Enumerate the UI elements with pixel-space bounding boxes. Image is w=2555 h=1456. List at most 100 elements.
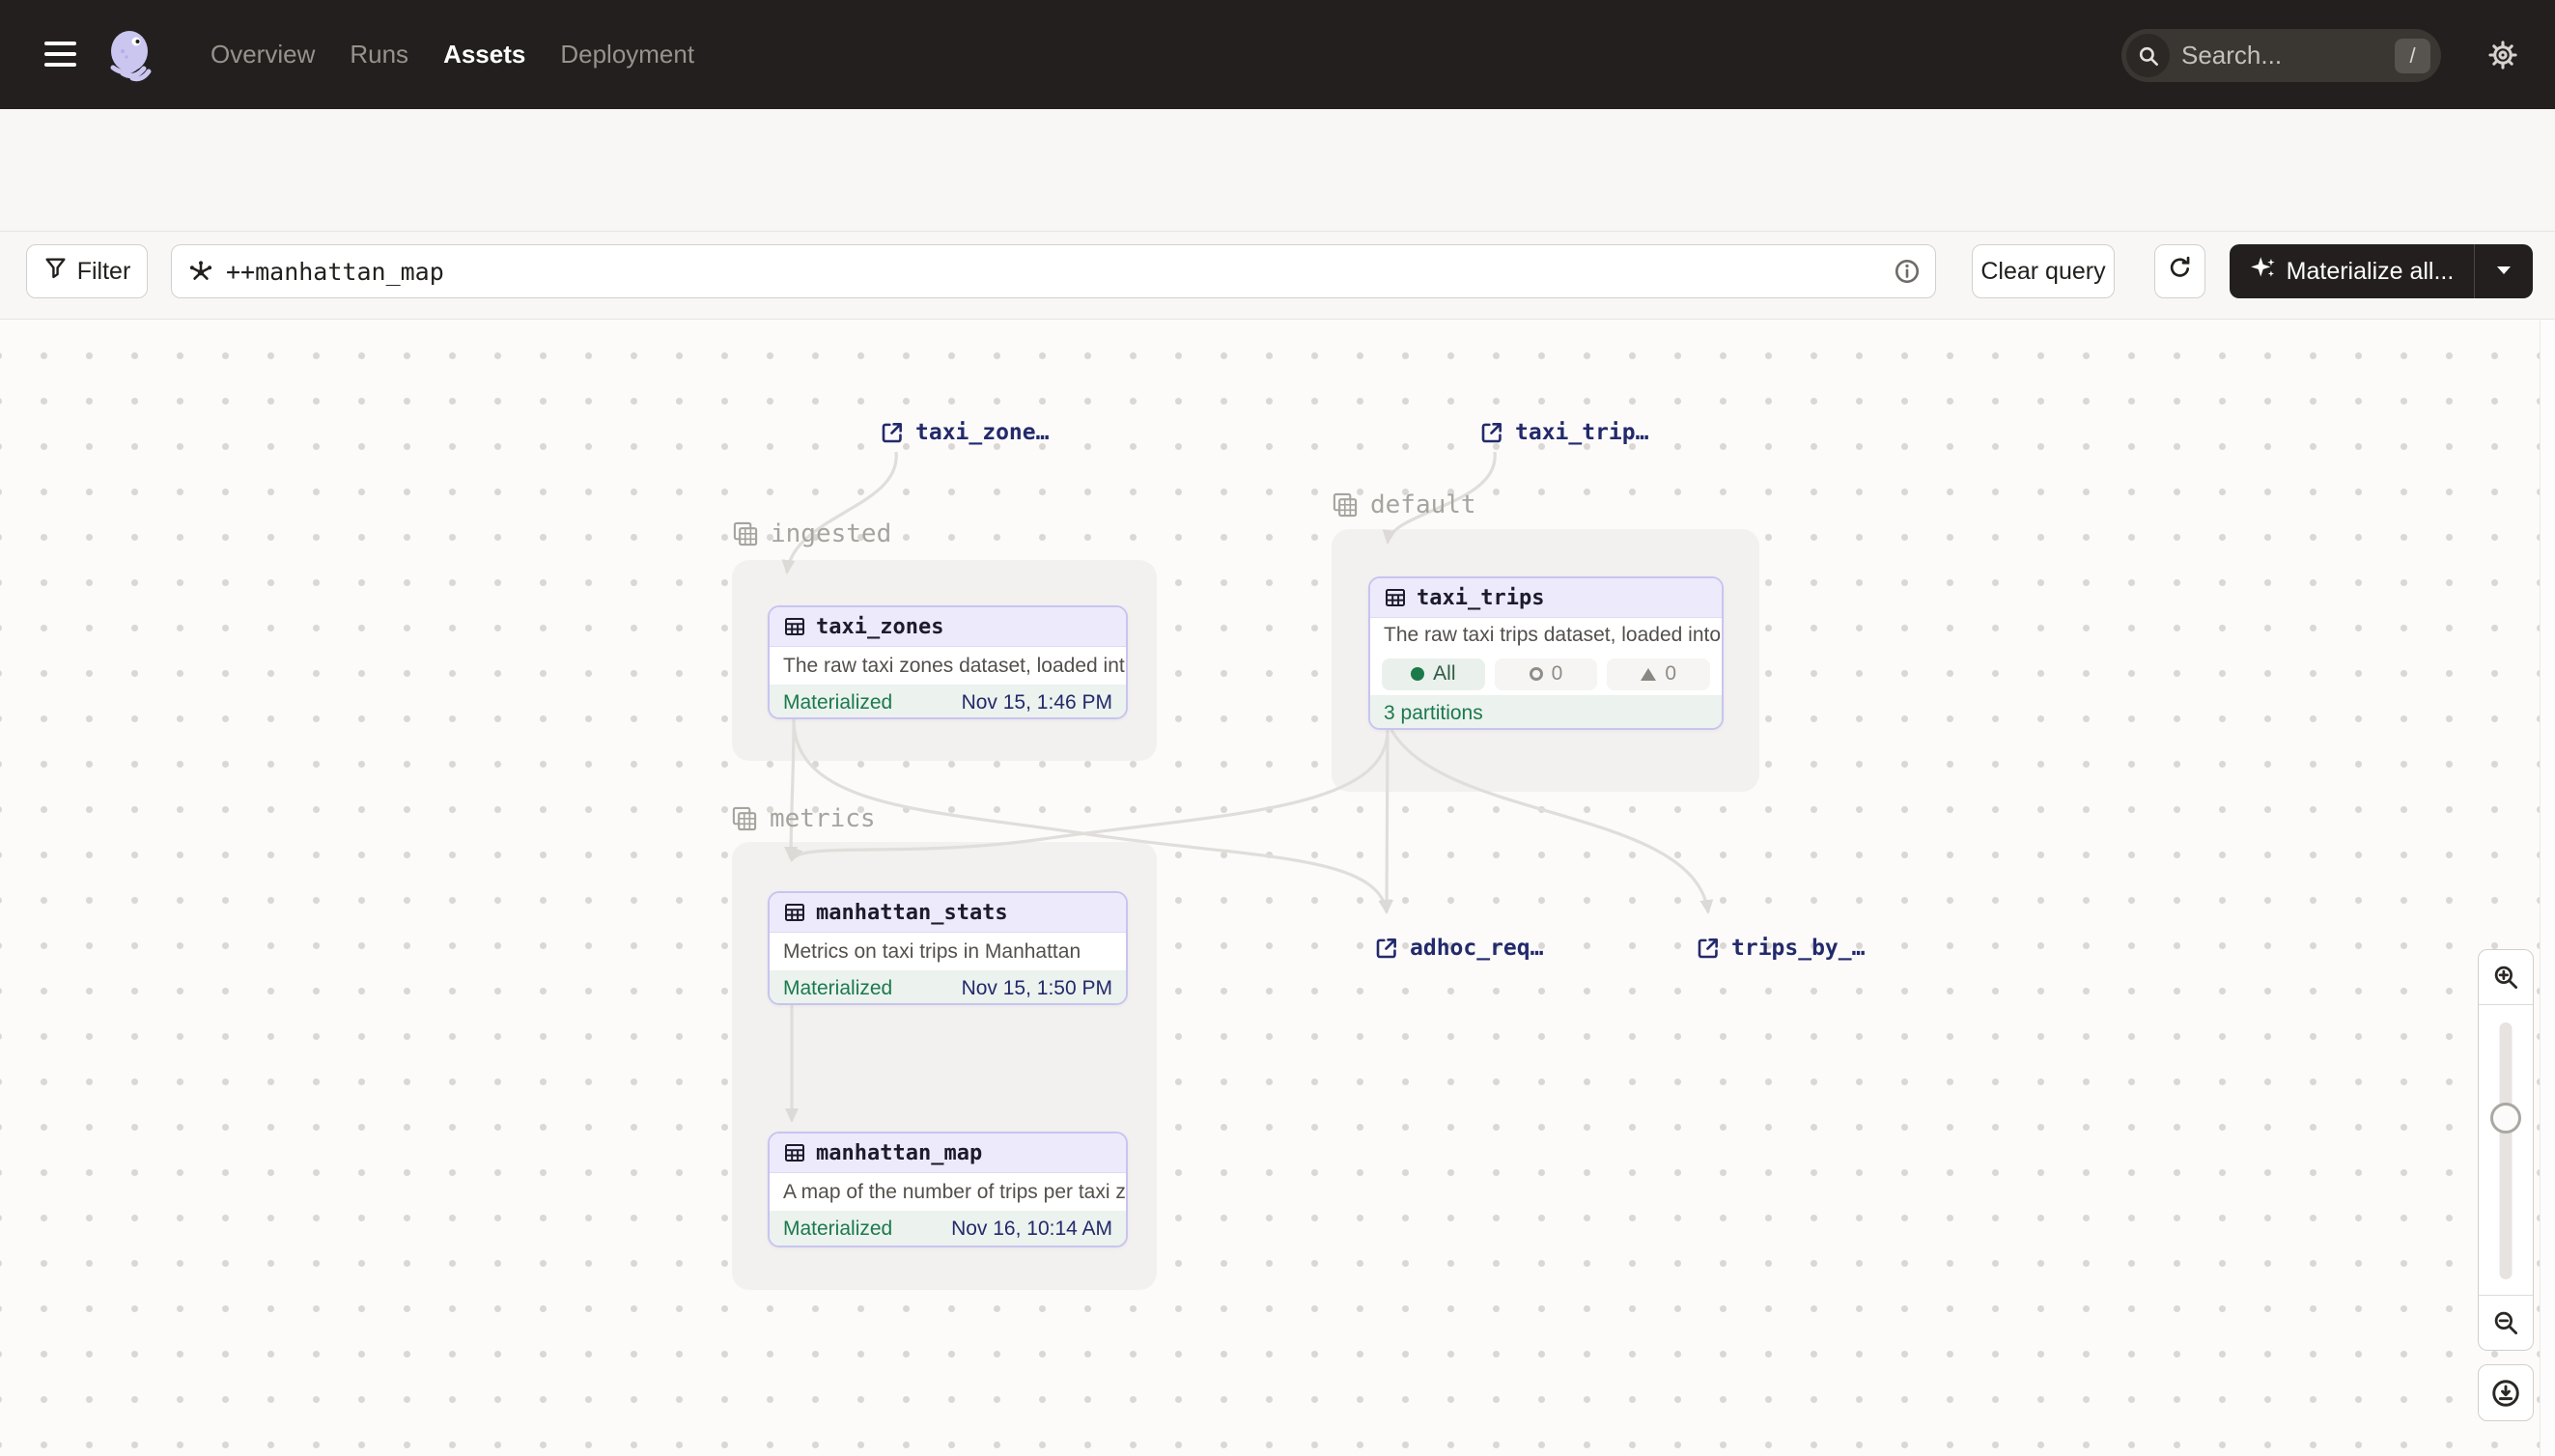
zoom-slider-thumb[interactable]	[2490, 1103, 2521, 1134]
asset-description: The raw taxi trips dataset, loaded into …	[1370, 618, 1722, 653]
info-icon[interactable]	[1893, 257, 1922, 286]
materialize-all-button[interactable]: Materialize all...	[2230, 244, 2533, 298]
group-label-default[interactable]: default	[1332, 490, 1476, 519]
asset-node-header: manhattan_map	[770, 1134, 1126, 1173]
partitions-link[interactable]: 3 partitions	[1384, 702, 1483, 725]
asset-footer: Materialized Nov 15, 1:46 PM	[770, 685, 1126, 719]
asset-description: The raw taxi zones dataset, loaded int…	[770, 647, 1126, 685]
search-icon	[2126, 34, 2170, 77]
group-label-metrics[interactable]: metrics	[731, 804, 876, 833]
graph-query-icon	[187, 258, 214, 285]
table-icon	[1384, 586, 1407, 609]
external-link-icon	[880, 420, 905, 445]
partitions-materialized-badge[interactable]: All	[1382, 658, 1485, 690]
materialized-dot-icon	[1411, 667, 1424, 681]
filter-funnel-icon	[43, 256, 68, 287]
materialize-label: Materialize all...	[2287, 258, 2455, 286]
vertical-scrollbar[interactable]	[2540, 320, 2555, 1456]
zoom-slider	[2479, 1004, 2533, 1296]
asset-footer: 3 partitions	[1370, 695, 1722, 730]
table-icon	[783, 615, 806, 638]
sparkles-icon	[2250, 255, 2276, 288]
materialize-dropdown-toggle[interactable]	[2474, 244, 2533, 298]
recenter-icon	[2490, 1378, 2521, 1409]
asset-group-icon	[732, 520, 759, 547]
asset-name: taxi_trips	[1417, 586, 1544, 610]
hamburger-menu-icon[interactable]	[44, 39, 76, 70]
external-asset-taxi-zone[interactable]: taxi_zone…	[880, 420, 1049, 445]
asset-group-icon	[731, 805, 758, 832]
badge-label: All	[1433, 662, 1455, 686]
search-input[interactable]	[2181, 41, 2395, 70]
main-nav: Overview Runs Assets Deployment	[211, 0, 694, 109]
dagster-logo-icon[interactable]	[101, 25, 161, 85]
badge-label: 0	[1665, 662, 1676, 686]
table-icon	[783, 1141, 806, 1164]
status-badge: Materialized	[783, 691, 892, 714]
asset-node-header: taxi_zones	[770, 607, 1126, 647]
zoom-controls	[2478, 949, 2534, 1351]
status-badge: Materialized	[783, 1218, 892, 1241]
table-icon	[783, 901, 806, 924]
group-name: metrics	[770, 804, 876, 833]
zoom-in-icon	[2491, 963, 2520, 992]
asset-name: taxi_zones	[816, 615, 943, 639]
refresh-button[interactable]	[2154, 244, 2205, 298]
lineage-canvas[interactable]: ingested default metrics taxi_zo	[0, 320, 2555, 1456]
materialize-main[interactable]: Materialize all...	[2230, 244, 2474, 298]
zoom-slider-track[interactable]	[2500, 1022, 2513, 1279]
page-header: Global Asset Lineage Reload definitions	[0, 109, 2555, 232]
status-badge: Materialized	[783, 977, 892, 1000]
global-search: /	[2121, 29, 2441, 82]
group-name: default	[1370, 490, 1476, 519]
refresh-icon	[2167, 255, 2193, 288]
gear-icon[interactable]	[2487, 40, 2518, 70]
asset-node-header: manhattan_stats	[770, 893, 1126, 933]
partitions-failed-badge[interactable]: 0	[1495, 658, 1598, 690]
top-nav-bar: Overview Runs Assets Deployment /	[0, 0, 2555, 109]
external-link-icon	[1374, 936, 1399, 961]
filter-button[interactable]: Filter	[26, 244, 148, 298]
asset-node-manhattan-map[interactable]: manhattan_map A map of the number of tri…	[768, 1132, 1128, 1247]
asset-node-manhattan-stats[interactable]: manhattan_stats Metrics on taxi trips in…	[768, 891, 1128, 1005]
materialization-timestamp: Nov 16, 10:14 AM	[951, 1218, 1112, 1241]
clear-query-label: Clear query	[1980, 258, 2105, 286]
zoom-in-button[interactable]	[2479, 950, 2533, 1004]
asset-group-icon	[1332, 491, 1359, 518]
partition-health-badges: All 0 0	[1370, 653, 1722, 695]
asset-node-taxi-trips[interactable]: taxi_trips The raw taxi trips dataset, l…	[1368, 576, 1724, 730]
search-shortcut-badge: /	[2395, 39, 2430, 73]
external-link-icon	[1479, 420, 1504, 445]
external-asset-trips-by[interactable]: trips_by_…	[1696, 936, 1865, 961]
materialization-timestamp: Nov 15, 1:46 PM	[962, 691, 1112, 714]
asset-name: manhattan_stats	[816, 901, 1008, 925]
nav-item-deployment[interactable]: Deployment	[560, 40, 694, 70]
nav-item-assets[interactable]: Assets	[443, 40, 525, 70]
group-name: ingested	[771, 519, 891, 548]
asset-query-box	[171, 244, 1936, 298]
asset-query-input[interactable]	[226, 258, 1893, 286]
filter-label: Filter	[77, 258, 131, 286]
external-asset-label: taxi_zone…	[915, 420, 1049, 445]
group-label-ingested[interactable]: ingested	[732, 519, 891, 548]
nav-item-runs[interactable]: Runs	[350, 40, 408, 70]
external-asset-label: trips_by_…	[1731, 936, 1865, 961]
zoom-out-icon	[2491, 1308, 2520, 1337]
nav-item-overview[interactable]: Overview	[211, 40, 315, 70]
external-asset-adhoc-req[interactable]: adhoc_req…	[1374, 936, 1543, 961]
failed-ring-icon	[1530, 667, 1543, 681]
zoom-out-button[interactable]	[2479, 1296, 2533, 1350]
lineage-toolbar: Filter Clear query	[0, 232, 2555, 320]
asset-node-taxi-zones[interactable]: taxi_zones The raw taxi zones dataset, l…	[768, 605, 1128, 719]
asset-footer: Materialized Nov 15, 1:50 PM	[770, 970, 1126, 1005]
asset-footer: Materialized Nov 16, 10:14 AM	[770, 1211, 1126, 1247]
clear-query-button[interactable]: Clear query	[1972, 244, 2115, 298]
asset-name: manhattan_map	[816, 1141, 982, 1165]
recenter-view-button[interactable]	[2478, 1364, 2534, 1421]
partitions-missing-badge[interactable]: 0	[1607, 658, 1710, 690]
external-asset-label: taxi_trip…	[1515, 420, 1648, 445]
external-asset-taxi-trip[interactable]: taxi_trip…	[1479, 420, 1648, 445]
badge-label: 0	[1552, 662, 1563, 686]
dagster-app: Overview Runs Assets Deployment / Global…	[0, 0, 2555, 1456]
materialization-timestamp: Nov 15, 1:50 PM	[962, 977, 1112, 1000]
